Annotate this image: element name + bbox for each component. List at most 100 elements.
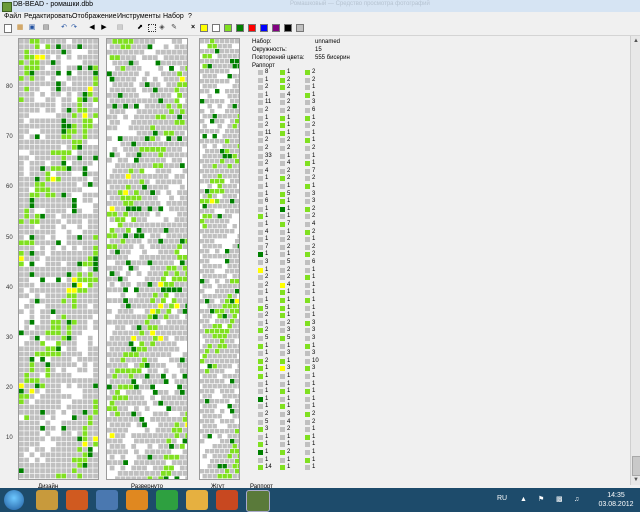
rapport-color bbox=[305, 161, 310, 167]
explorer-icon[interactable] bbox=[36, 490, 58, 510]
bead bbox=[174, 368, 180, 374]
menu-file[interactable]: Файл bbox=[4, 13, 21, 20]
bead bbox=[212, 304, 217, 309]
bead bbox=[87, 70, 93, 76]
bead bbox=[134, 287, 139, 293]
bead bbox=[134, 114, 139, 120]
palette-swatch-7[interactable] bbox=[260, 24, 268, 32]
palette-swatch-5[interactable] bbox=[236, 24, 244, 32]
palette-swatch-4[interactable] bbox=[224, 24, 232, 32]
bead bbox=[158, 98, 164, 104]
undo-icon[interactable]: ↶ bbox=[60, 24, 68, 32]
ruler-tick: 80 bbox=[6, 84, 13, 90]
media-center-icon[interactable] bbox=[96, 490, 118, 510]
design-grid[interactable] bbox=[19, 39, 98, 479]
db-bead-taskbar-icon[interactable] bbox=[246, 490, 270, 512]
bead bbox=[120, 174, 126, 179]
palette-swatch-10[interactable] bbox=[296, 24, 304, 32]
bead bbox=[61, 155, 67, 161]
fill-icon[interactable]: ◈ bbox=[158, 24, 166, 32]
copy-icon[interactable]: ▤ bbox=[116, 24, 124, 32]
bead bbox=[34, 235, 40, 240]
scroll-down-icon[interactable]: ▼ bbox=[632, 476, 640, 484]
bead bbox=[161, 125, 166, 131]
bead bbox=[144, 438, 150, 444]
open-folder-icon[interactable]: ▦ bbox=[16, 24, 24, 32]
media-player-icon[interactable] bbox=[66, 490, 88, 510]
unrolled-panel[interactable] bbox=[106, 38, 188, 480]
menu-help[interactable]: ? bbox=[188, 13, 192, 20]
bead bbox=[112, 233, 118, 239]
bead bbox=[182, 363, 187, 368]
menu-set[interactable]: Набор bbox=[163, 13, 184, 20]
rapport-entry: 2 bbox=[305, 145, 345, 152]
tray-flag-icon[interactable]: ⚑ bbox=[538, 496, 545, 503]
print-icon[interactable]: ▤ bbox=[42, 24, 50, 32]
arrow-right-icon[interactable]: ▶ bbox=[100, 24, 108, 32]
bead bbox=[147, 282, 153, 287]
firefox-icon[interactable] bbox=[216, 490, 238, 510]
save-icon[interactable]: ▣ bbox=[28, 24, 36, 32]
rope-panel[interactable] bbox=[199, 38, 240, 480]
tray-arrow-icon[interactable]: ▲ bbox=[520, 496, 527, 503]
menu-edit[interactable]: Редактировать bbox=[24, 13, 72, 20]
bead bbox=[222, 164, 227, 169]
bead bbox=[82, 473, 88, 479]
pointer-icon[interactable]: ⬈ bbox=[136, 24, 144, 32]
bead bbox=[169, 454, 174, 460]
menu-tools[interactable]: Инструменты bbox=[117, 13, 161, 20]
image-viewer-icon[interactable] bbox=[186, 490, 208, 510]
bead bbox=[152, 422, 158, 428]
design-panel[interactable] bbox=[18, 38, 99, 480]
rope-grid[interactable] bbox=[200, 39, 239, 479]
bead bbox=[109, 260, 115, 266]
tray-volume-icon[interactable]: ♫ bbox=[574, 496, 581, 503]
bead bbox=[161, 103, 166, 109]
palette-swatch-6[interactable] bbox=[248, 24, 256, 32]
palette-swatch-3[interactable] bbox=[212, 24, 220, 32]
bead bbox=[152, 357, 158, 363]
bead bbox=[155, 330, 161, 336]
language-indicator[interactable]: RU bbox=[497, 495, 507, 502]
bead bbox=[29, 473, 35, 479]
bead bbox=[174, 184, 180, 190]
bead bbox=[34, 70, 40, 76]
bead bbox=[72, 325, 77, 330]
bead bbox=[77, 261, 82, 267]
bead bbox=[185, 379, 187, 384]
pipette-icon[interactable]: ✎ bbox=[170, 24, 178, 32]
bead bbox=[128, 93, 134, 98]
redo-icon[interactable]: ↷ bbox=[70, 24, 78, 32]
rapport-color bbox=[280, 115, 285, 121]
start-button[interactable] bbox=[4, 490, 24, 510]
menu-view[interactable]: Отображение bbox=[72, 13, 117, 20]
palette-swatch-2[interactable] bbox=[200, 24, 208, 32]
set-label: Набор: bbox=[252, 39, 272, 45]
bead bbox=[66, 266, 72, 272]
clock[interactable]: 14:35 03.08.2012 bbox=[596, 491, 636, 509]
rapport-count: 3 bbox=[312, 327, 316, 334]
bead bbox=[93, 150, 98, 155]
app-h-icon[interactable] bbox=[126, 490, 148, 510]
bead bbox=[107, 39, 112, 44]
icq-icon[interactable] bbox=[156, 490, 178, 510]
palette-swatch-8[interactable] bbox=[272, 24, 280, 32]
scroll-up-icon[interactable]: ▲ bbox=[632, 37, 640, 45]
arrow-left-icon[interactable]: ◀ bbox=[88, 24, 96, 32]
tray-network-icon[interactable]: ▩ bbox=[556, 496, 563, 503]
vertical-scrollbar[interactable]: ▲ ▼ bbox=[630, 36, 640, 485]
bead bbox=[237, 374, 239, 379]
new-file-icon[interactable] bbox=[4, 24, 12, 33]
bead bbox=[232, 454, 237, 459]
bead bbox=[128, 438, 134, 444]
unrolled-grid[interactable] bbox=[107, 39, 187, 479]
bead bbox=[34, 452, 40, 458]
no-color-icon[interactable]: × bbox=[189, 24, 197, 32]
palette-swatch-9[interactable] bbox=[284, 24, 292, 32]
bead bbox=[179, 260, 185, 266]
bead bbox=[177, 125, 182, 131]
scroll-thumb[interactable] bbox=[632, 456, 640, 476]
select-rect-icon[interactable] bbox=[148, 24, 156, 32]
bead bbox=[200, 219, 205, 224]
bead bbox=[155, 319, 161, 325]
